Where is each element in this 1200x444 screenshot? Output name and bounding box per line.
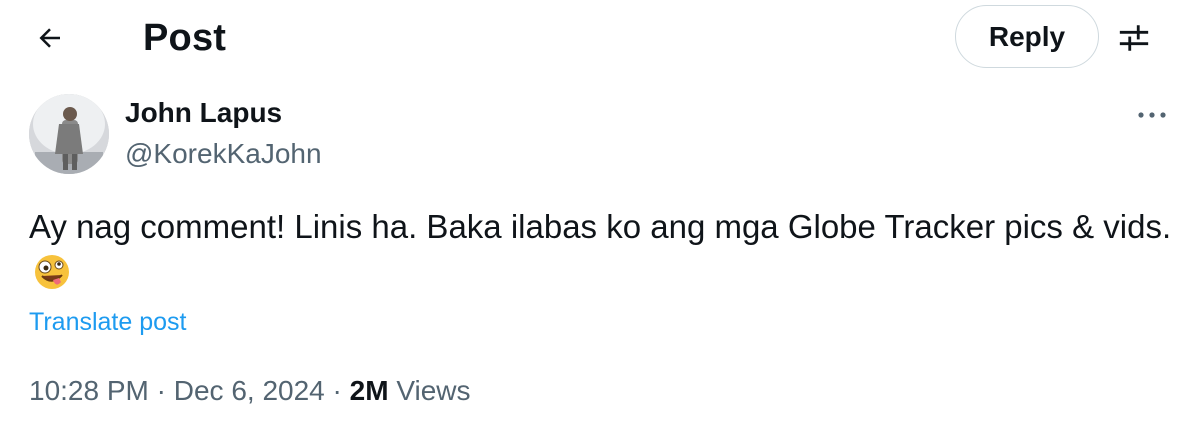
more-options-button[interactable] <box>1128 96 1176 134</box>
meta-separator: · <box>156 375 166 406</box>
meta-separator: · <box>332 375 342 406</box>
post-date[interactable]: Dec 6, 2024 <box>174 375 325 406</box>
reply-button[interactable]: Reply <box>955 5 1099 68</box>
post-meta: 10:28 PM · Dec 6, 2024 · 2M Views <box>29 372 471 410</box>
arrow-left-icon <box>39 28 60 48</box>
author-handle[interactable]: @KorekKaJohn <box>125 137 322 171</box>
views-count: 2M <box>349 375 389 406</box>
post-time[interactable]: 10:28 PM <box>29 375 149 406</box>
avatar-person-image <box>29 94 109 174</box>
translate-post-link[interactable]: Translate post <box>29 307 186 337</box>
post-header: Post Reply <box>0 0 1200 76</box>
page-title: Post <box>143 17 227 59</box>
back-button[interactable] <box>26 14 74 62</box>
sliders-icon <box>1119 25 1149 51</box>
post-text-content: Ay nag comment! Linis ha. Baka ilabas ko… <box>29 208 1172 245</box>
filter-button[interactable] <box>1110 14 1158 62</box>
views-label: Views <box>396 375 471 406</box>
post-text: Ay nag comment! Linis ha. Baka ilabas ko… <box>29 203 1179 303</box>
author-name[interactable]: John Lapus <box>125 96 282 130</box>
avatar[interactable] <box>29 94 109 174</box>
more-horizontal-icon <box>1138 112 1166 118</box>
zany-face-emoji <box>33 253 71 303</box>
